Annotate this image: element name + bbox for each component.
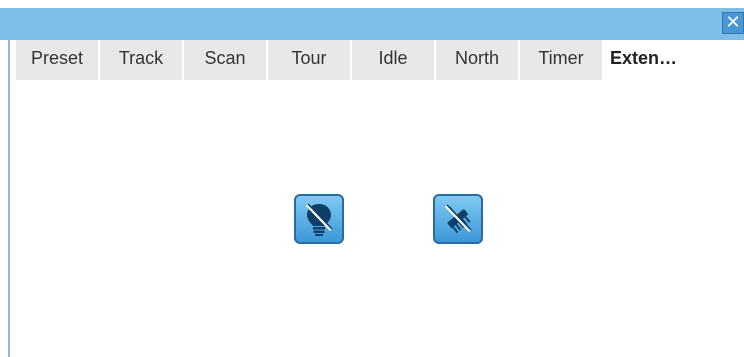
light-toggle-button[interactable]: [294, 194, 344, 244]
tab-scan[interactable]: Scan: [184, 40, 266, 80]
tab-preset[interactable]: Preset: [16, 40, 98, 80]
wiper-toggle-button[interactable]: [433, 194, 483, 244]
light-off-icon: [305, 203, 333, 236]
tab-track[interactable]: Track: [100, 40, 182, 80]
title-bar: ✕: [0, 8, 744, 40]
tab-north[interactable]: North: [436, 40, 518, 80]
tab-timer[interactable]: Timer: [520, 40, 602, 80]
wiper-off-icon: [444, 204, 472, 234]
close-icon: ✕: [725, 12, 741, 32]
close-button[interactable]: ✕: [722, 12, 744, 34]
tab-idle[interactable]: Idle: [352, 40, 434, 80]
tab-tour[interactable]: Tour: [268, 40, 350, 80]
extension-panel-window: ✕ Preset Track Scan Tour Idle North Time…: [0, 0, 744, 357]
panel-left-border: [8, 40, 10, 357]
tab-extension[interactable]: Exten…: [604, 40, 704, 80]
tab-strip: Preset Track Scan Tour Idle North Timer …: [16, 40, 706, 80]
